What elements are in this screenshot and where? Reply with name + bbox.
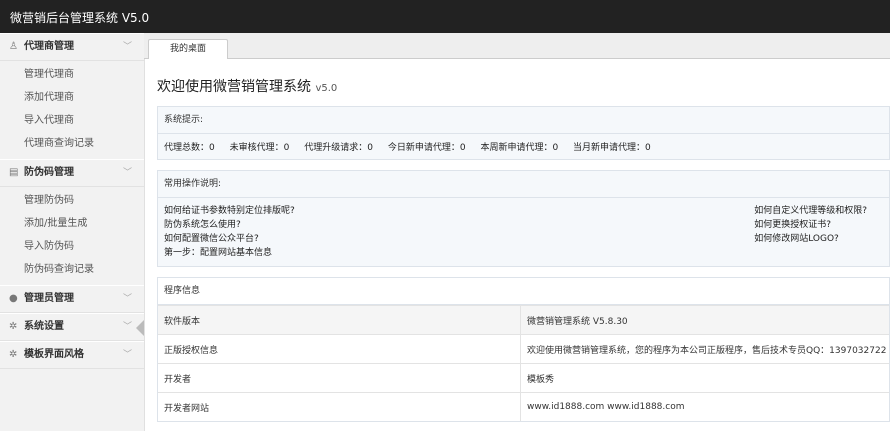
top-bar: 微营销后台管理系统 V5.0 [0,0,890,33]
sidebar-item-add-agent[interactable]: 添加代理商 [0,86,144,109]
tab-my-desktop[interactable]: 我的桌面 [148,39,228,59]
table-row: 开发者 模板秀 [158,363,889,393]
sidebar-item-manage-codes[interactable]: 管理防伪码 [0,189,144,212]
sidebar-item-import-agents[interactable]: 导入代理商 [0,109,144,132]
chevron-down-icon: ﹀ [122,322,132,332]
user-icon: ♙ [9,41,18,52]
info-key: 软件版本 [158,305,521,335]
palette-icon: ✲ [9,349,18,360]
panel-header: 常用操作说明: [158,171,889,198]
help-link[interactable]: 如何修改网站LOGO? [754,232,867,246]
stat-week-new: 本周新申请代理：0 [480,143,559,153]
sidebar-group-label: 防伪码管理 [24,167,74,178]
stats-row: 代理总数：0 未审核代理：0 代理升级请求：0 今日新申请代理：0 本周新申请代… [158,134,889,159]
program-info-panel: 程序信息 软件版本 微营销管理系统 V5.8.30 正版授权信息 欢迎使用微营销… [157,277,890,422]
sidebar-group-label: 管理员管理 [24,293,74,304]
sidebar-item-import-codes[interactable]: 导入防伪码 [0,235,144,258]
gear-icon: ✲ [9,321,18,332]
sidebar-group-admins[interactable]: ● 管理员管理 ﹀ [0,285,144,313]
main-content: 欢迎使用微营销管理系统 v5.0 系统提示: 代理总数：0 未审核代理：0 代理… [157,58,890,422]
info-key: 正版授权信息 [158,334,521,364]
help-link[interactable]: 如何自定义代理等级和权限? [754,204,867,218]
admin-user-icon: ● [9,293,18,304]
help-panel: 常用操作说明: 如何给证书参数特别定位排版呢? 防伪系统怎么使用? 如何配置微信… [157,170,890,267]
info-value[interactable]: www.id1888.com www.id1888.com [520,392,889,421]
sidebar-item-code-query-log[interactable]: 防伪码查询记录 [0,258,144,281]
sidebar-group-label: 代理商管理 [24,41,74,52]
sidebar-group-settings[interactable]: ✲ 系统设置 ﹀ [0,313,144,341]
sidebar: ♙ 代理商管理 ﹀ 管理代理商 添加代理商 导入代理商 代理商查询记录 ▤ 防伪… [0,33,145,431]
help-link[interactable]: 第一步：配置网站基本信息 [164,246,883,260]
table-row: 软件版本 微营销管理系统 V5.8.30 [158,305,889,335]
tab-bar: 我的桌面 [144,33,890,59]
stat-today-new: 今日新申请代理：0 [387,143,466,153]
panel-header: 系统提示: [158,107,889,134]
page-title: 欢迎使用微营销管理系统 v5.0 [157,76,890,96]
sidebar-group-template[interactable]: ✲ 模板界面风格 ﹀ [0,341,144,369]
stat-upgrade-requests: 代理升级请求：0 [304,143,373,153]
app-title: 微营销后台管理系统 V5.0 [10,11,150,25]
chevron-down-icon: ﹀ [122,350,132,360]
table-row: 正版授权信息 欢迎使用微营销管理系统，您的程序为本公司正版程序，售后技术专员QQ… [158,334,889,364]
info-value: 模板秀 [520,363,889,393]
table-row: 开发者网站 www.id1888.com www.id1888.com [158,392,889,421]
chevron-down-icon: ﹀ [122,294,132,304]
chevron-down-icon: ﹀ [122,168,132,178]
stat-month-new: 当月新申请代理：0 [573,143,651,153]
help-link[interactable]: 如何更换授权证书? [754,218,867,232]
stat-pending-agents: 未审核代理：0 [229,143,290,153]
sidebar-item-agent-query-log[interactable]: 代理商查询记录 [0,132,144,155]
info-key: 开发者 [158,363,521,393]
sidebar-group-anticounterfeit[interactable]: ▤ 防伪码管理 ﹀ [0,159,144,187]
info-value: 微营销管理系统 V5.8.30 [520,305,889,335]
sidebar-group-label: 系统设置 [24,321,64,332]
sidebar-item-generate-codes[interactable]: 添加/批量生成 [0,212,144,235]
sidebar-collapse-icon[interactable] [136,320,144,336]
version-label: v5.0 [315,83,338,94]
chevron-down-icon: ﹀ [122,42,132,52]
sidebar-item-manage-agents[interactable]: 管理代理商 [0,63,144,86]
stat-total-agents: 代理总数：0 [164,143,215,153]
barcode-icon: ▤ [9,167,19,178]
sidebar-group-label: 模板界面风格 [24,349,84,360]
sidebar-group-agents[interactable]: ♙ 代理商管理 ﹀ [0,33,144,61]
system-notice-panel: 系统提示: 代理总数：0 未审核代理：0 代理升级请求：0 今日新申请代理：0 … [157,106,890,160]
help-links: 如何给证书参数特别定位排版呢? 防伪系统怎么使用? 如何配置微信公众平台? 第一… [158,198,889,266]
program-info-table: 软件版本 微营销管理系统 V5.8.30 正版授权信息 欢迎使用微营销管理系统，… [158,305,889,421]
info-key: 开发者网站 [158,392,521,421]
panel-header: 程序信息 [158,278,889,305]
info-value: 欢迎使用微营销管理系统，您的程序为本公司正版程序，售后技术专员QQ：139703… [520,334,889,364]
welcome-text: 欢迎使用微营销管理系统 [157,79,311,95]
